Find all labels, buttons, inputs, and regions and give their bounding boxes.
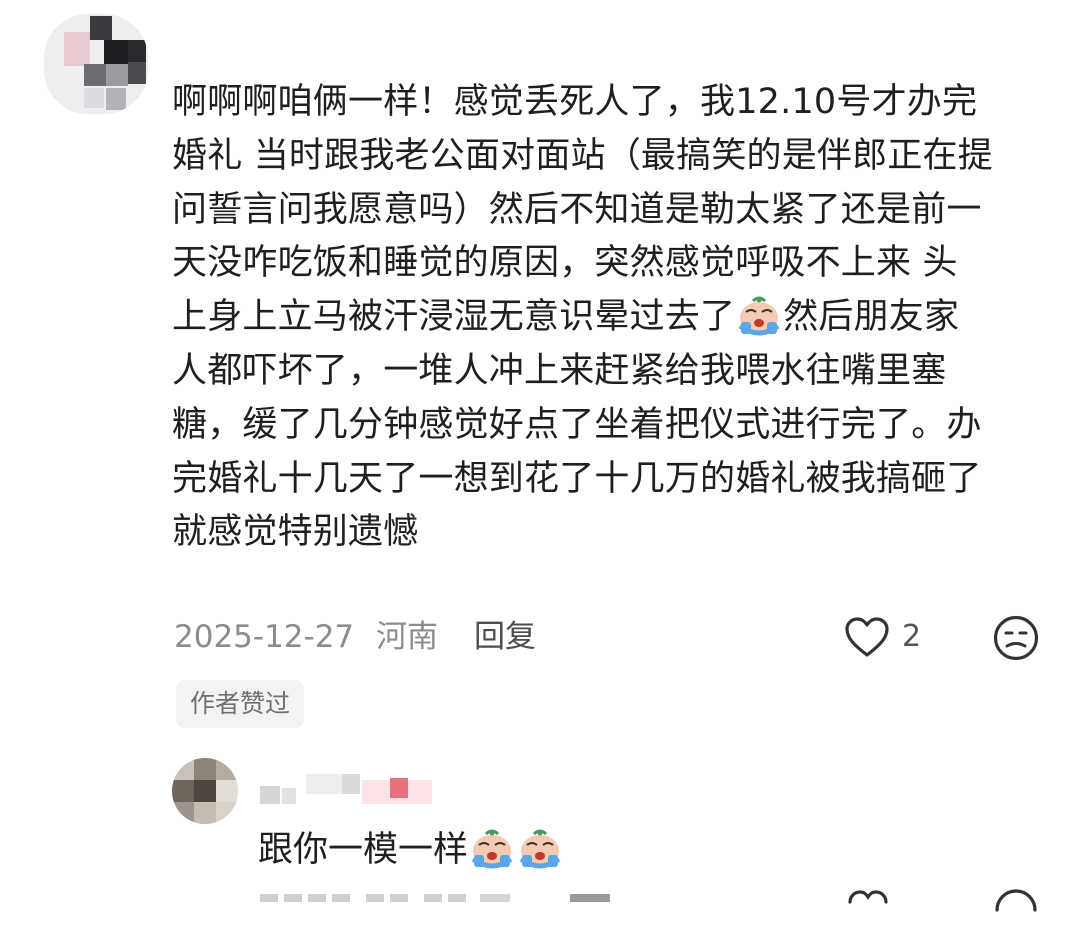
comment-location: 河南	[376, 619, 438, 655]
reply-meta	[258, 884, 1058, 924]
comment-line: 婚礼 当时跟我老公面对面站（最搞笑的是伴郎正在提	[172, 135, 993, 176]
comment-date: 2025-12-27	[174, 619, 355, 655]
comment-line: 完婚礼十几天了一想到花了十几万的婚礼被我搞砸了	[172, 458, 982, 499]
like-count: 2	[902, 619, 922, 654]
comment-line-part: 上身上立马被汗浸湿无意识晕过去了	[172, 297, 736, 338]
crying-face-emoji	[471, 829, 513, 869]
reply-meta-text-cut	[260, 894, 610, 902]
crying-face-emoji	[738, 296, 780, 336]
reply-body: 跟你一模一样	[258, 824, 564, 876]
comment-line: 啊啊啊咱俩一样！感觉丢死人了，我12.10号才办完	[172, 82, 978, 122]
comment-meta: 2025-12-27 河南 回复 2	[172, 612, 1052, 662]
reply-text: 跟你一模一样	[258, 830, 469, 870]
comment-line: 就感觉特别遗憾	[172, 512, 419, 553]
comment-line-part: 然后朋友家	[783, 297, 960, 338]
comment-line: 天没咋吃饭和睡觉的原因，突然感觉呼吸不上来 头	[172, 243, 958, 284]
commenter-avatar[interactable]	[44, 14, 148, 114]
reply-unhappy-face-icon[interactable]	[994, 888, 1038, 928]
heart-icon	[845, 617, 889, 657]
comment-line: 人都吓坏了，一堆人冲上来赶紧给我喂水往嘴里塞	[172, 350, 947, 391]
author-liked-badge: 作者赞过	[176, 680, 305, 728]
reply-heart-icon[interactable]	[846, 888, 890, 928]
replier-name-redacted[interactable]	[258, 772, 438, 806]
comment-line: 糖，缓了几分钟感觉好点了坐着把仪式进行完了。办	[172, 404, 982, 445]
comment-body: 啊啊啊咱俩一样！感觉丢死人了，我12.10号才办完 婚礼 当时跟我老公面对面站（…	[172, 76, 1052, 560]
unhappy-face-icon	[993, 615, 1039, 661]
reply-button[interactable]: 回复	[474, 612, 536, 662]
comment-line: 上身上立马被汗浸湿无意识晕过去了 然后朋友家	[172, 291, 1052, 345]
like-button[interactable]: 2	[844, 614, 921, 660]
crying-face-emoji	[519, 829, 561, 869]
dislike-button[interactable]	[992, 614, 1040, 662]
comment-line: 问誓言问我愿意吗）然后不知道是勒太紧了还是前一	[172, 189, 982, 230]
replier-avatar[interactable]	[172, 758, 238, 824]
